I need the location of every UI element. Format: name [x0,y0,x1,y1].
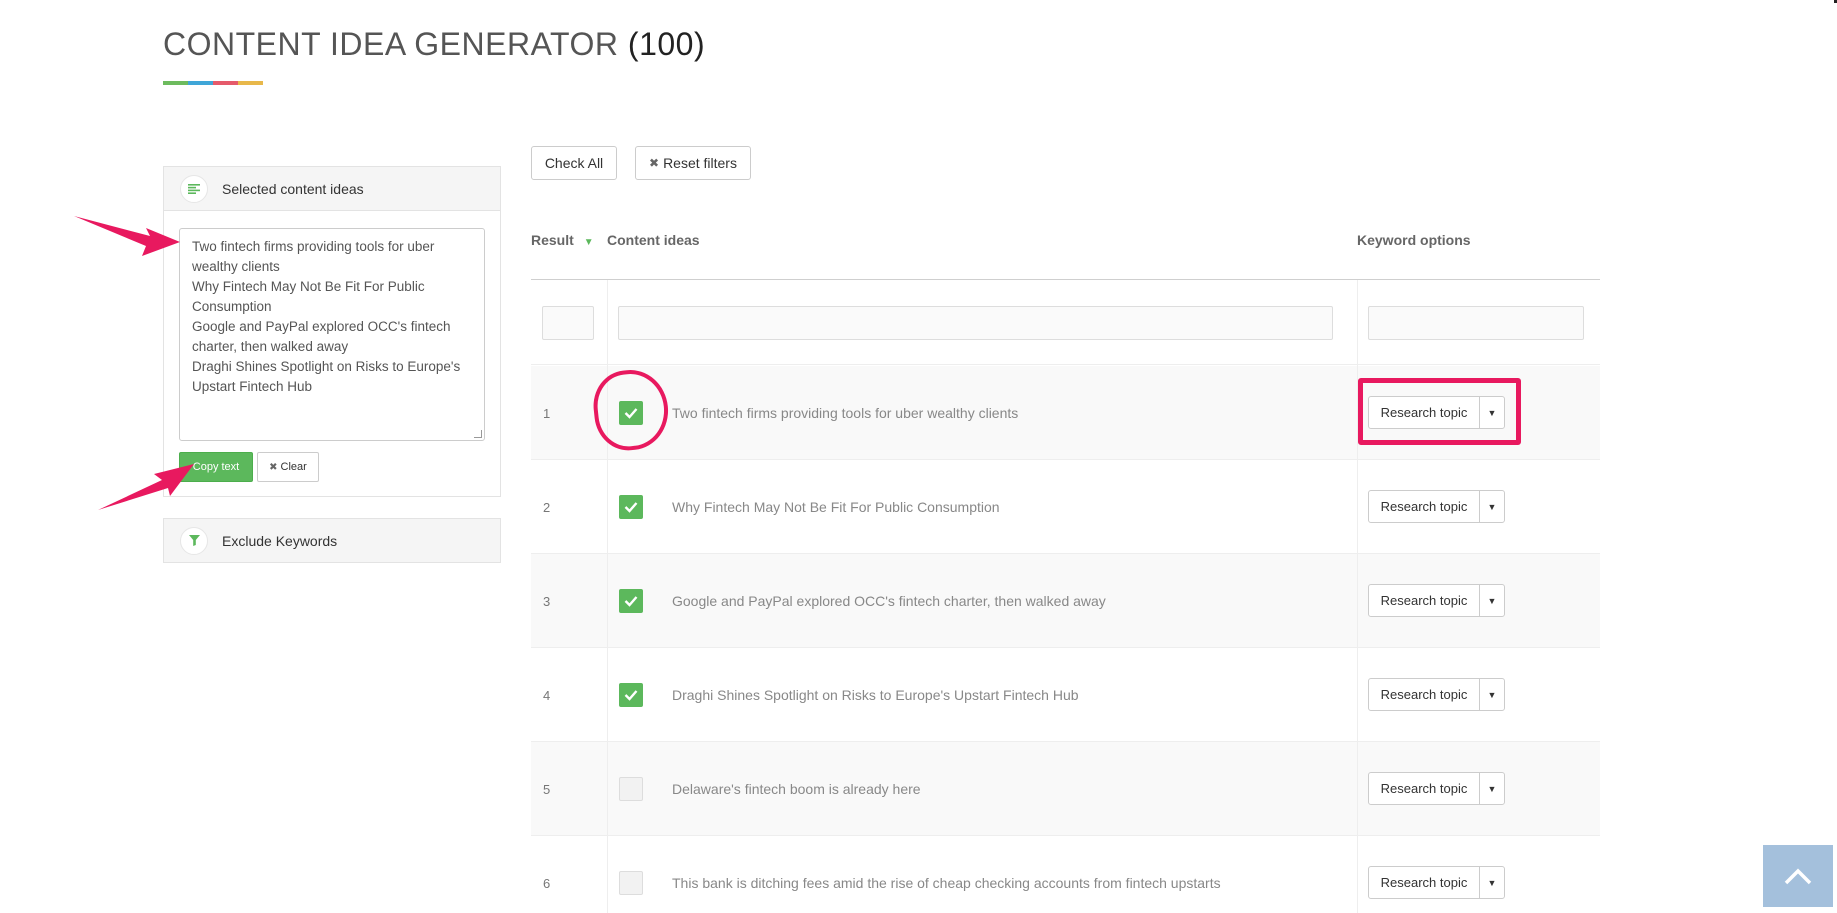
exclude-keywords-header[interactable]: Exclude Keywords [164,519,500,562]
caret-down-icon[interactable]: ▼ [1480,867,1504,898]
research-topic-button-group: Research topic ▼ [1368,490,1505,523]
row-number: 6 [543,875,551,891]
table-row: 6 This bank is ditching fees amid the ris… [531,836,1600,913]
title-bar-segment [213,81,238,85]
title-underline [163,81,263,85]
page-title: CONTENT IDEA GENERATOR (100) [163,26,705,63]
research-topic-button-group: Research topic ▼ [1368,772,1505,805]
filter-icon [180,526,208,555]
row-number: 4 [543,687,551,703]
column-header-keyword: Keyword options [1357,232,1471,248]
keyword-filter-input[interactable] [1368,306,1584,340]
table-row: 4 Draghi Shines Spotlight on Risks to Eur… [531,648,1600,742]
align-left-icon [180,174,208,203]
column-header-result[interactable]: Result ▼ [531,232,594,248]
title-bar-segment [238,81,263,85]
arrow-annotation-textarea [74,216,180,256]
clear-button[interactable]: ✖ Clear [257,452,319,482]
research-topic-button[interactable]: Research topic [1369,867,1480,898]
exclude-keywords-title: Exclude Keywords [222,532,338,549]
selected-ideas-panel: Selected content ideas Two fintech firms… [163,166,501,497]
row-number: 5 [543,781,551,797]
content-filter-input[interactable] [618,306,1333,340]
row-number: 2 [543,499,551,515]
selected-ideas-textarea[interactable]: Two fintech firms providing tools for ub… [179,228,485,441]
selected-ideas-title: Selected content ideas [222,180,364,197]
column-divider [1357,280,1358,913]
title-bar-segment [163,81,188,85]
sort-down-icon: ▼ [583,237,594,248]
selected-ideas-header[interactable]: Selected content ideas [164,167,500,211]
filter-row [531,280,1600,365]
row-checkbox[interactable] [619,589,643,613]
caret-down-icon[interactable]: ▼ [1480,585,1504,616]
highlight-box-annotation [1358,378,1521,445]
close-icon: ✖ [269,461,278,473]
row-checkbox[interactable] [619,683,643,707]
research-topic-button[interactable]: Research topic [1369,491,1480,522]
content-idea-text: Two fintech firms providing tools for ub… [672,405,1019,421]
chevron-up-icon [1784,868,1812,885]
caret-down-icon[interactable]: ▼ [1480,773,1504,804]
idea-count: (100) [627,26,706,62]
content-idea-text: Google and PayPal explored OCC's fintech… [672,593,1106,609]
result-filter-input[interactable] [542,306,594,340]
check-all-button[interactable]: Check All [531,146,617,180]
back-to-top-button[interactable] [1763,845,1833,907]
close-icon: ✖ [649,156,660,170]
row-number: 1 [543,405,551,421]
row-checkbox[interactable] [619,777,643,801]
row-number: 3 [543,593,551,609]
research-topic-button[interactable]: Research topic [1369,585,1480,616]
column-header-result-label: Result [531,232,574,248]
research-topic-button-group: Research topic ▼ [1368,678,1505,711]
clear-button-label: Clear [280,461,307,473]
row-checkbox[interactable] [619,871,643,895]
research-topic-button-group: Research topic ▼ [1368,584,1505,617]
content-idea-text: Delaware's fintech boom is already here [672,781,921,797]
content-idea-text: Draghi Shines Spotlight on Risks to Euro… [672,687,1079,703]
title-bar-segment [188,81,213,85]
table-row: 3 Google and PayPal explored OCC's fintec… [531,554,1600,648]
reset-filters-label: Reset filters [663,155,737,171]
content-idea-text: Why Fintech May Not Be Fit For Public Co… [672,499,1000,515]
table-row: 5 Delaware's fintech boom is already here… [531,742,1600,836]
content-idea-text: This bank is ditching fees amid the rise… [672,875,1221,891]
check-icon [624,502,638,513]
caret-down-icon[interactable]: ▼ [1480,491,1504,522]
table-row: 2 Why Fintech May Not Be Fit For Public C… [531,460,1600,554]
column-header-content: Content ideas [607,232,700,248]
row-checkbox[interactable] [619,495,643,519]
resize-handle[interactable] [474,430,482,438]
research-topic-button[interactable]: Research topic [1369,773,1480,804]
check-icon [624,596,638,607]
caret-down-icon[interactable]: ▼ [1480,679,1504,710]
research-topic-button-group: Research topic ▼ [1368,866,1505,899]
research-topic-button[interactable]: Research topic [1369,679,1480,710]
reset-filters-button[interactable]: ✖ Reset filters [635,146,751,180]
arrow-annotation-copy [98,464,194,510]
page-title-text: CONTENT IDEA GENERATOR [163,26,619,62]
exclude-keywords-panel: Exclude Keywords [163,518,501,563]
check-icon [624,690,638,701]
